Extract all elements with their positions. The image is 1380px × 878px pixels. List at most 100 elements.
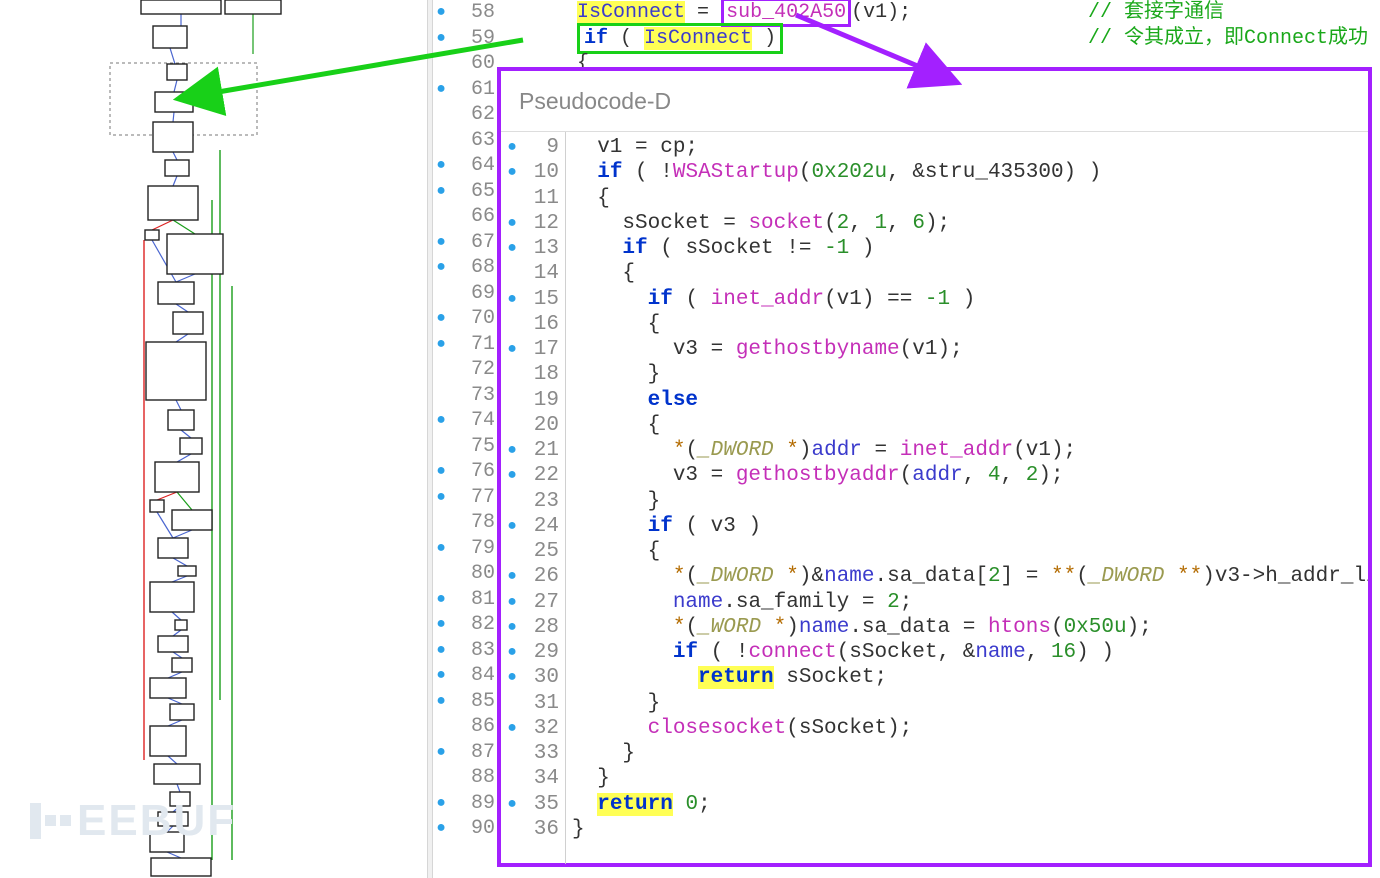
gutter-row[interactable]: 36 bbox=[501, 817, 565, 842]
breakpoint-dot-icon[interactable]: ● bbox=[501, 236, 523, 261]
gutter-row[interactable]: 31 bbox=[501, 691, 565, 716]
gutter-row[interactable]: ●10 bbox=[501, 160, 565, 185]
breakpoint-dot-icon[interactable]: ● bbox=[431, 587, 451, 613]
breakpoint-dot-icon[interactable]: ● bbox=[501, 337, 523, 362]
breakpoint-dot-icon[interactable]: ● bbox=[501, 211, 523, 236]
gutter-row[interactable]: ●35 bbox=[501, 792, 565, 817]
gutter-row[interactable]: ●9 bbox=[501, 135, 565, 160]
code-row[interactable]: { bbox=[572, 186, 1368, 211]
code-row[interactable]: return sSocket; bbox=[572, 665, 1368, 690]
breakpoint-dot-icon[interactable]: ● bbox=[501, 160, 523, 185]
code-row[interactable]: return 0; bbox=[572, 792, 1368, 817]
gutter-row[interactable]: 14 bbox=[501, 261, 565, 286]
gutter-row[interactable]: ●30 bbox=[501, 665, 565, 690]
code-row[interactable]: name.sa_family = 2; bbox=[572, 590, 1368, 615]
gutter-row[interactable]: ●27 bbox=[501, 590, 565, 615]
breakpoint-dot-icon[interactable]: ● bbox=[431, 77, 451, 103]
gutter-row[interactable]: ●17 bbox=[501, 337, 565, 362]
code-row[interactable]: } bbox=[572, 817, 1368, 842]
code-row[interactable]: sSocket = socket(2, 1, 6); bbox=[572, 211, 1368, 236]
code-row[interactable]: } bbox=[572, 489, 1368, 514]
graph-overview[interactable]: EEBUF bbox=[0, 0, 427, 878]
breakpoint-dot-icon[interactable]: ● bbox=[431, 332, 451, 358]
breakpoint-dot-icon[interactable]: ● bbox=[431, 791, 451, 817]
code-row[interactable]: if ( inet_addr(v1) == -1 ) bbox=[572, 287, 1368, 312]
gutter-row[interactable]: ●21 bbox=[501, 438, 565, 463]
gutter-row[interactable]: 19 bbox=[501, 388, 565, 413]
breakpoint-dot-icon[interactable]: ● bbox=[501, 792, 523, 817]
breakpoint-dot-icon[interactable]: ● bbox=[501, 615, 523, 640]
gutter-row[interactable]: 20 bbox=[501, 413, 565, 438]
breakpoint-dot-icon[interactable]: ● bbox=[431, 740, 451, 766]
breakpoint-dot-icon[interactable]: ● bbox=[431, 408, 451, 434]
breakpoint-dot-icon[interactable]: ● bbox=[431, 459, 451, 485]
code-row[interactable]: *(_DWORD *)addr = inet_addr(v1); bbox=[572, 438, 1368, 463]
code-row[interactable]: { bbox=[572, 539, 1368, 564]
code-row[interactable]: } bbox=[572, 691, 1368, 716]
code-row[interactable]: *(_DWORD *)&name.sa_data[2] = **(_DWORD … bbox=[572, 564, 1368, 589]
code-row[interactable]: if ( v3 ) bbox=[572, 514, 1368, 539]
gutter-row[interactable]: ●13 bbox=[501, 236, 565, 261]
breakpoint-dot-icon[interactable]: ● bbox=[501, 438, 523, 463]
code-row[interactable]: { bbox=[572, 261, 1368, 286]
code-area[interactable]: v1 = cp; if ( !WSAStartup(0x202u, &stru_… bbox=[566, 132, 1368, 864]
breakpoint-dot-icon[interactable]: ● bbox=[501, 640, 523, 665]
breakpoint-dot-icon[interactable]: ● bbox=[501, 564, 523, 589]
breakpoint-dot-icon[interactable]: ● bbox=[431, 306, 451, 332]
breakpoint-dot-icon[interactable]: ● bbox=[431, 0, 451, 26]
gutter-row[interactable]: 16 bbox=[501, 312, 565, 337]
line-number: 33 bbox=[523, 741, 565, 766]
code-row[interactable]: else bbox=[572, 388, 1368, 413]
breakpoint-dot-icon[interactable]: ● bbox=[431, 816, 451, 842]
gutter-row[interactable]: ●15 bbox=[501, 287, 565, 312]
code-row[interactable]: *(_WORD *)name.sa_data = htons(0x50u); bbox=[572, 615, 1368, 640]
breakpoint-dot-icon[interactable]: ● bbox=[431, 612, 451, 638]
gutter-row[interactable]: ●24 bbox=[501, 514, 565, 539]
gutter-row[interactable]: 34 bbox=[501, 766, 565, 791]
breakpoint-dot-icon[interactable]: ● bbox=[431, 663, 451, 689]
gutter-row[interactable]: ●12 bbox=[501, 211, 565, 236]
gutter-row[interactable]: ●26 bbox=[501, 564, 565, 589]
breakpoint-dot-icon[interactable]: ● bbox=[501, 514, 523, 539]
breakpoint-dot-icon[interactable]: ● bbox=[501, 590, 523, 615]
code-row[interactable]: v3 = gethostbyaddr(addr, 4, 2); bbox=[572, 463, 1368, 488]
line-number: 22 bbox=[523, 463, 565, 488]
gutter-row[interactable]: 23 bbox=[501, 489, 565, 514]
code-row[interactable]: closesocket(sSocket); bbox=[572, 716, 1368, 741]
breakpoint-dot-icon[interactable]: ● bbox=[431, 536, 451, 562]
code-row[interactable]: if ( sSocket != -1 ) bbox=[572, 236, 1368, 261]
breakpoint-dot-icon[interactable]: ● bbox=[501, 716, 523, 741]
breakpoint-dot-icon[interactable]: ● bbox=[501, 665, 523, 690]
gutter-row[interactable]: ●32 bbox=[501, 716, 565, 741]
code-row[interactable]: { bbox=[572, 413, 1368, 438]
breakpoint-dot-icon[interactable]: ● bbox=[501, 135, 523, 160]
gutter-row[interactable]: 18 bbox=[501, 362, 565, 387]
breakpoint-dot-icon[interactable]: ● bbox=[431, 26, 451, 52]
breakpoint-dot-icon[interactable]: ● bbox=[431, 179, 451, 205]
breakpoint-dot-icon[interactable]: ● bbox=[501, 287, 523, 312]
pseudocode-d-window[interactable]: Pseudocode-D ●9●1011●12●1314●1516●171819… bbox=[497, 67, 1372, 867]
code-row[interactable]: v3 = gethostbyname(v1); bbox=[572, 337, 1368, 362]
code-row[interactable]: } bbox=[572, 766, 1368, 791]
breakpoint-dot-icon[interactable]: ● bbox=[431, 230, 451, 256]
code-row[interactable]: v1 = cp; bbox=[572, 135, 1368, 160]
breakpoint-dot-icon[interactable]: ● bbox=[431, 485, 451, 511]
breakpoint-dot-icon[interactable]: ● bbox=[431, 689, 451, 715]
line-number-gutter[interactable]: ●9●1011●12●1314●1516●17181920●21●2223●24… bbox=[501, 132, 566, 864]
code-row[interactable]: { bbox=[572, 312, 1368, 337]
gutter-row[interactable]: 25 bbox=[501, 539, 565, 564]
gutter-row[interactable]: 33 bbox=[501, 741, 565, 766]
gutter-row[interactable]: ●28 bbox=[501, 615, 565, 640]
breakpoint-dot-icon[interactable]: ● bbox=[431, 153, 451, 179]
window-titlebar[interactable]: Pseudocode-D bbox=[501, 71, 1368, 132]
breakpoint-dot-icon[interactable]: ● bbox=[501, 463, 523, 488]
gutter-row[interactable]: 11 bbox=[501, 186, 565, 211]
gutter-row[interactable]: ●22 bbox=[501, 463, 565, 488]
code-row[interactable]: } bbox=[572, 362, 1368, 387]
breakpoint-dot-icon[interactable]: ● bbox=[431, 255, 451, 281]
code-row[interactable]: } bbox=[572, 741, 1368, 766]
gutter-row[interactable]: ●29 bbox=[501, 640, 565, 665]
code-row[interactable]: if ( !WSAStartup(0x202u, &stru_435300) ) bbox=[572, 160, 1368, 185]
code-row[interactable]: if ( !connect(sSocket, &name, 16) ) bbox=[572, 640, 1368, 665]
breakpoint-dot-icon[interactable]: ● bbox=[431, 638, 451, 664]
